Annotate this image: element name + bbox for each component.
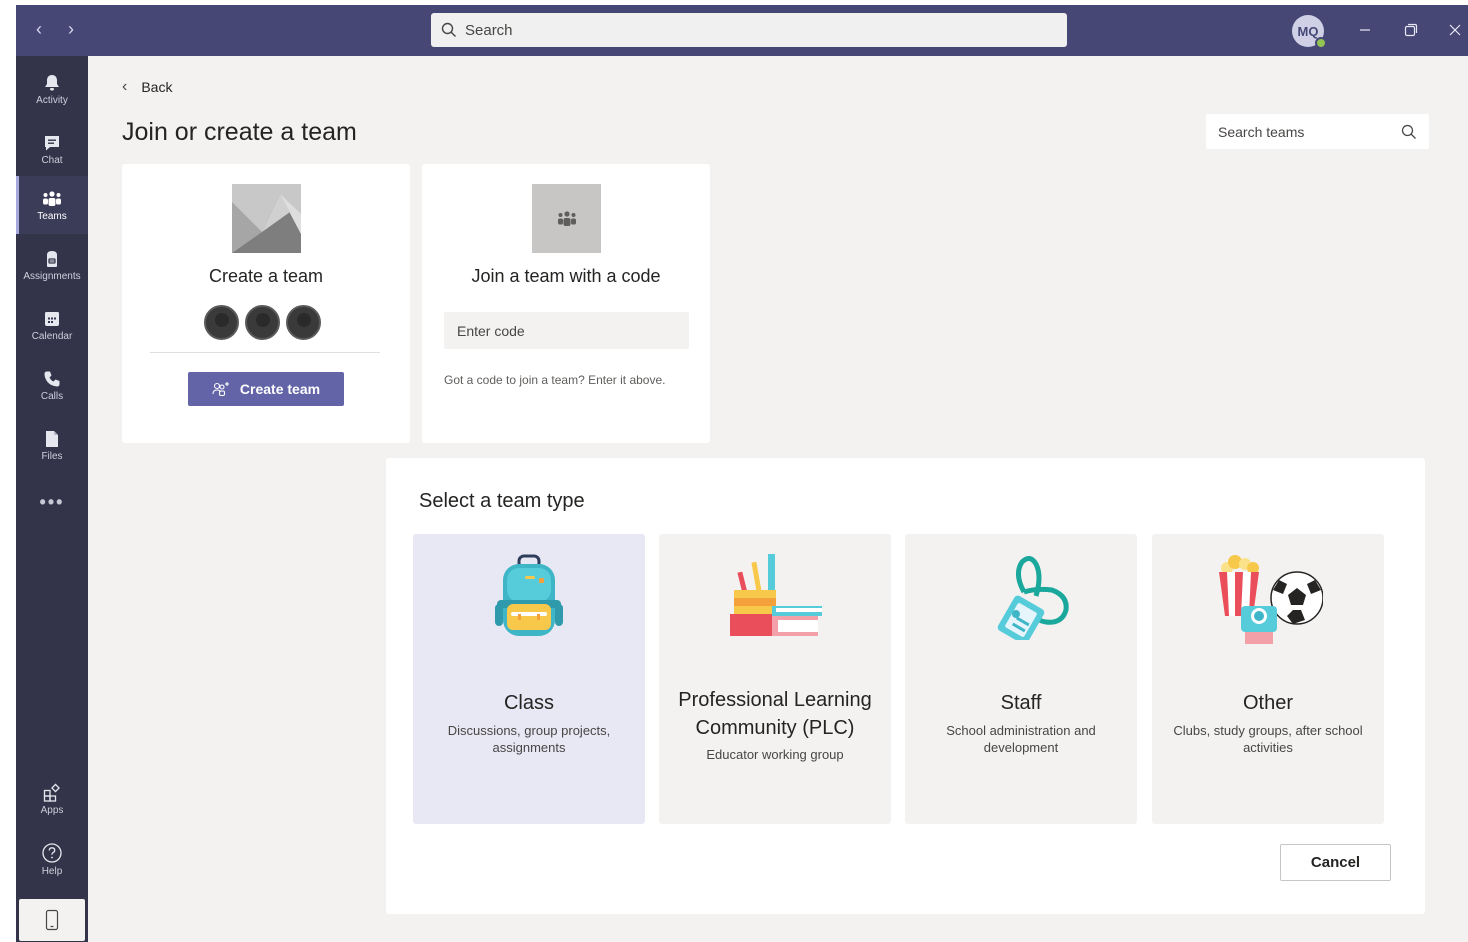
team-type-desc: Clubs, study groups, after school activi… [1173,723,1363,755]
rail-item-files[interactable]: Files [16,416,88,474]
rail-label: Calls [40,390,64,402]
team-placeholder-image-icon [232,184,301,253]
presence-available-icon [1315,37,1327,49]
global-search-input[interactable]: Search [431,13,1067,47]
person-avatar-icon [286,305,321,340]
rail-label: Apps [40,804,64,816]
rail-item-help[interactable]: Help [16,830,88,888]
back-arrow-icon[interactable]: ‹ [32,19,46,40]
forward-arrow-icon[interactable]: › [64,19,78,40]
rail-label: Assignments [23,270,81,282]
divider [150,352,380,353]
team-type-name: Professional Learning Community (PLC) [678,689,872,739]
create-team-button[interactable]: Create team [188,372,344,406]
popcorn-camera-ball-icon [1152,554,1384,664]
assignments-icon [47,250,57,267]
minimize-icon [1360,29,1370,31]
chat-icon [45,135,59,150]
team-type-name: Other [1242,692,1294,714]
team-type-plc[interactable]: Professional Learning Community (PLC) Ed… [659,534,891,824]
user-avatar[interactable]: MQ [1292,15,1327,49]
mobile-phone-icon [45,909,59,931]
rail-label: Chat [41,154,63,166]
join-code-hint: Got a code to join a team? Enter it abov… [444,373,666,387]
person-avatar-icon [245,305,280,340]
create-team-title: Create a team [208,266,324,286]
teams-icon [43,190,61,206]
file-icon [46,430,58,447]
minimize-button[interactable] [1352,17,1378,43]
join-team-title: Join a team with a code [471,266,661,286]
close-button[interactable] [1444,17,1466,43]
avatar-initials: MQ [1297,23,1319,39]
books-pencils-icon [659,554,891,664]
rail-item-teams[interactable]: Teams [16,176,88,234]
global-search-placeholder: Search [465,21,513,39]
restore-button[interactable] [1398,17,1424,43]
team-type-title: Select a team type [419,490,585,512]
rail-item-activity[interactable]: Activity [16,60,88,118]
cancel-button[interactable]: Cancel [1280,844,1391,881]
add-people-icon [212,382,229,397]
search-teams-input[interactable]: Search teams [1206,114,1429,149]
team-type-class[interactable]: Class Discussions, group projects, assig… [413,534,645,824]
team-type-desc: School administration and development [946,723,1096,755]
title-bar: ‹ › Search MQ [16,5,1468,56]
team-type-desc: Educator working group [706,747,844,762]
rail-label: Teams [37,210,67,222]
chevron-left-icon: ‹ [122,78,128,95]
team-code-input[interactable] [444,312,689,349]
team-type-name: Staff [1000,692,1042,714]
team-type-staff[interactable]: Staff School administration and developm… [905,534,1137,824]
rail-item-assignments[interactable]: Assignments [16,236,88,294]
rail-label: Activity [36,94,68,106]
page-title: Join or create a team [122,118,357,146]
more-apps-button[interactable]: ••• [16,492,88,513]
join-team-card: Join a team with a code Got a code to jo… [422,164,710,443]
help-icon [42,842,62,863]
mobile-app-button[interactable] [19,899,85,941]
rail-item-apps[interactable]: Apps [16,770,88,828]
search-icon[interactable] [1401,124,1417,140]
team-type-other[interactable]: Other Clubs, study groups, after school … [1152,534,1384,824]
team-type-dialog: Select a team type Class Discussions, gr [386,458,1425,914]
team-type-desc: Discussions, group projects, assignments [447,723,611,755]
apps-icon [43,783,60,802]
team-type-name: Class [503,692,554,714]
team-group-icon [532,184,601,253]
back-label: Back [141,79,173,95]
bell-icon [45,74,59,90]
restore-icon [1404,23,1418,37]
rail-label: Files [41,450,63,462]
lanyard-badge-icon [905,554,1137,664]
phone-icon [44,371,60,386]
app-rail: Activity Chat Teams Assignments Calendar… [16,56,88,942]
rail-item-chat[interactable]: Chat [16,120,88,178]
main-content: ‹ Back Join or create a team Search team… [88,56,1468,942]
create-team-card: Create a team Create team [122,164,410,443]
search-teams-placeholder: Search teams [1218,123,1305,140]
rail-label: Help [41,865,63,877]
backpack-icon [413,554,645,664]
avatar-group [204,305,321,340]
history-nav: ‹ › [32,19,78,40]
back-link[interactable]: ‹ Back [122,78,172,96]
rail-label: Calendar [31,330,73,342]
create-team-button-label: Create team [239,381,321,397]
rail-item-calls[interactable]: Calls [16,356,88,414]
person-avatar-icon [204,305,239,340]
calendar-icon [45,311,59,326]
search-icon [441,22,456,37]
rail-item-calendar[interactable]: Calendar [16,296,88,354]
close-icon [1449,24,1461,36]
